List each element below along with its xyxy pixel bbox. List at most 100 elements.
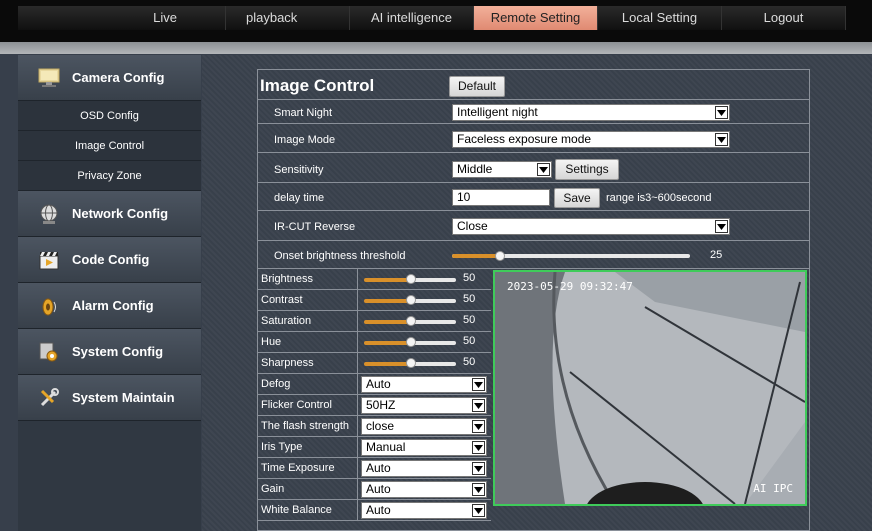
delay-time-label: delay time <box>274 192 325 204</box>
divider <box>258 210 809 211</box>
chevron-down-icon <box>472 420 485 433</box>
hue-slider-handle[interactable] <box>406 337 416 347</box>
default-button[interactable]: Default <box>449 76 505 97</box>
ircut-select[interactable]: Close <box>452 218 730 235</box>
sharpness-label: Sharpness <box>261 357 314 369</box>
iris-type-value: Manual <box>366 440 406 454</box>
chevron-down-icon <box>472 462 485 475</box>
chevron-down-icon <box>715 133 728 146</box>
settings-button[interactable]: Settings <box>555 159 619 180</box>
gain-label: Gain <box>261 483 285 495</box>
flash-strength-row: The flash strength close <box>258 416 491 437</box>
saturation-slider-handle[interactable] <box>406 316 416 326</box>
sidebar-item-alarm-config[interactable]: Alarm Config <box>18 283 201 329</box>
contrast-slider-track[interactable] <box>412 299 456 303</box>
chevron-down-icon <box>715 106 728 119</box>
image-control-panel: Image Control Default Smart Night Intell… <box>257 69 810 531</box>
main-content: Image Control Default Smart Night Intell… <box>202 55 872 531</box>
page-title: Image Control <box>260 76 375 95</box>
sidebar-item-system-config[interactable]: System Config <box>18 329 201 375</box>
gain-select[interactable]: Auto <box>361 481 487 498</box>
smart-night-select[interactable]: Intelligent night <box>452 104 730 121</box>
saturation-slider-track[interactable] <box>412 320 456 324</box>
sidebar-item-label: Alarm Config <box>72 298 154 313</box>
chevron-down-icon <box>715 220 728 233</box>
sharpness-value: 50 <box>463 356 476 368</box>
brightness-value: 50 <box>463 272 476 284</box>
tab-remote-setting[interactable]: Remote Setting <box>474 6 598 30</box>
sharpness-slider-track[interactable] <box>412 362 456 366</box>
tab-ai-intelligence[interactable]: AI intelligence <box>350 6 474 30</box>
time-exposure-row: Time Exposure Auto <box>258 458 491 479</box>
iris-type-select[interactable]: Manual <box>361 439 487 456</box>
iris-type-label: Iris Type <box>261 441 303 453</box>
image-mode-select[interactable]: Faceless exposure mode <box>452 131 730 148</box>
tab-playback[interactable]: playback <box>226 6 350 30</box>
brightness-slider-handle[interactable] <box>406 274 416 284</box>
chevron-down-icon <box>472 504 485 517</box>
flicker-control-select[interactable]: 50HZ <box>361 397 487 414</box>
smart-night-label: Smart Night <box>274 107 333 119</box>
hue-label: Hue <box>261 336 282 348</box>
alarm-speaker-icon <box>36 294 62 318</box>
divider <box>258 182 809 183</box>
sidebar-item-label: Network Config <box>72 206 169 221</box>
tab-local-setting[interactable]: Local Setting <box>598 6 722 30</box>
chevron-down-icon <box>472 378 485 391</box>
monitor-icon <box>36 66 62 90</box>
flash-strength-label: The flash strength <box>261 420 350 432</box>
contrast-value: 50 <box>463 293 476 305</box>
onset-label: Onset brightness threshold <box>274 250 406 262</box>
defog-select[interactable]: Auto <box>361 376 487 393</box>
sidebar-item-image-control[interactable]: Image Control <box>18 131 201 161</box>
video-timestamp: 2023-05-29 09:32:47 <box>507 280 633 293</box>
sharpness-row: Sharpness 50 <box>258 353 491 374</box>
contrast-slider-handle[interactable] <box>406 295 416 305</box>
tab-logout[interactable]: Logout <box>722 6 846 30</box>
defog-label: Defog <box>261 378 291 390</box>
image-mode-label: Image Mode <box>274 134 336 146</box>
white-balance-label: White Balance <box>261 504 332 516</box>
sensitivity-select[interactable]: Middle <box>452 161 552 178</box>
brightness-slider-track[interactable] <box>412 278 456 282</box>
tab-live[interactable]: Live <box>18 6 226 30</box>
video-preview[interactable]: 2023-05-29 09:32:47 AI IPC <box>493 270 807 506</box>
save-button[interactable]: Save <box>554 188 600 208</box>
sharpness-slider-handle[interactable] <box>406 358 416 368</box>
chevron-down-icon <box>472 399 485 412</box>
header-divider <box>0 42 872 54</box>
time-exposure-select[interactable]: Auto <box>361 460 487 477</box>
sidebar-item-network-config[interactable]: Network Config <box>18 191 201 237</box>
sharpness-slider-fill <box>364 362 412 366</box>
sidebar-item-label: Camera Config <box>72 70 165 85</box>
image-mode-value: Faceless exposure mode <box>457 132 592 146</box>
sidebar-item-label: Code Config <box>72 252 150 267</box>
gain-value: Auto <box>366 482 391 496</box>
flash-strength-value: close <box>366 419 395 433</box>
flicker-control-row: Flicker Control 50HZ <box>258 395 491 416</box>
flicker-control-value: 50HZ <box>366 398 396 412</box>
flash-strength-select[interactable]: close <box>361 418 487 435</box>
white-balance-select[interactable]: Auto <box>361 502 487 519</box>
sidebar-item-privacy-zone[interactable]: Privacy Zone <box>18 161 201 191</box>
gain-row: Gain Auto <box>258 479 491 500</box>
divider <box>258 99 809 100</box>
white-balance-row: White Balance Auto <box>258 500 491 521</box>
settings-column: Brightness 50 Contrast 50 Saturation 50 <box>258 269 491 531</box>
hue-slider-track[interactable] <box>412 341 456 345</box>
brightness-row: Brightness 50 <box>258 269 491 290</box>
sidebar: Camera Config OSD Config Image Control P… <box>18 55 201 531</box>
sidebar-item-camera-config[interactable]: Camera Config <box>18 55 201 101</box>
hue-slider-fill <box>364 341 412 345</box>
sidebar-item-label: System Maintain <box>72 390 175 405</box>
ircut-label: IR-CUT Reverse <box>274 221 356 233</box>
sensitivity-label: Sensitivity <box>274 164 324 176</box>
onset-slider-handle[interactable] <box>494 251 505 261</box>
sidebar-item-system-maintain[interactable]: System Maintain <box>18 375 201 421</box>
sidebar-item-code-config[interactable]: Code Config <box>18 237 201 283</box>
contrast-label: Contrast <box>261 294 303 306</box>
delay-time-input[interactable]: 10 <box>452 189 550 206</box>
saturation-slider-fill <box>364 320 412 324</box>
sidebar-item-osd-config[interactable]: OSD Config <box>18 101 201 131</box>
white-balance-value: Auto <box>366 503 391 517</box>
